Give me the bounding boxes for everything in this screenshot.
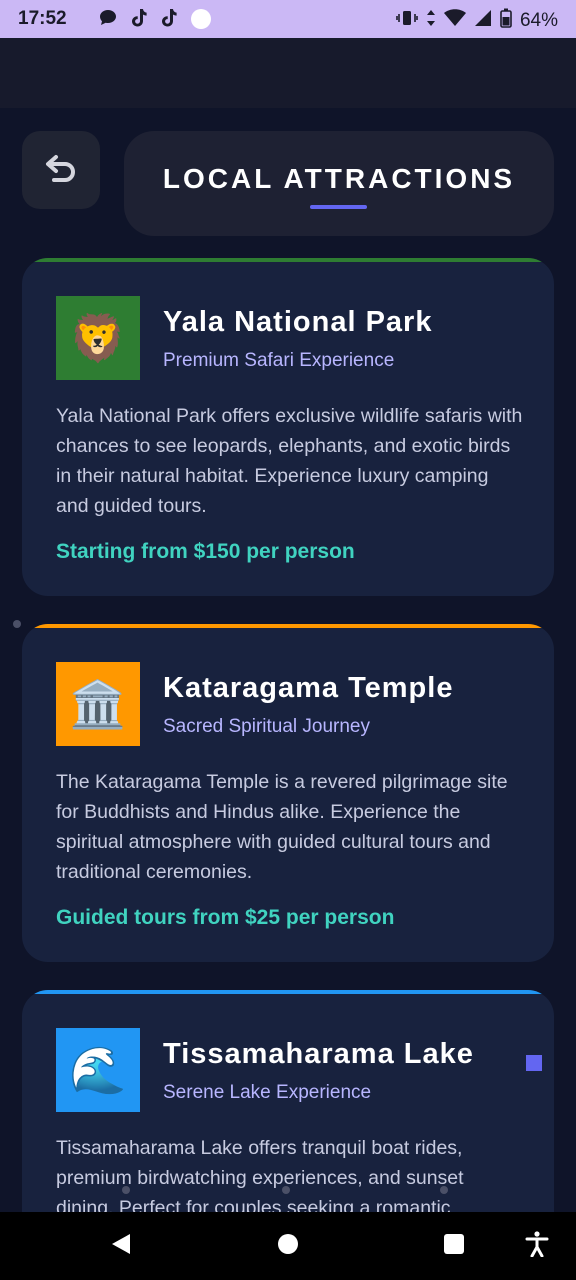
tiktok-icon <box>160 8 178 36</box>
title-underline <box>310 205 367 209</box>
temple-icon: 🏛️ <box>56 662 140 746</box>
attraction-subtitle: Serene Lake Experience <box>163 1082 372 1103</box>
wave-icon: 🌊 <box>56 1028 140 1112</box>
page-indicator-dot <box>282 1186 290 1194</box>
page-title-box: LOCAL ATTRACTIONS <box>124 131 554 236</box>
circle-icon <box>190 8 212 36</box>
square-recents-icon <box>443 1233 465 1260</box>
attraction-name: Kataragama Temple <box>163 672 454 704</box>
data-arrows-icon <box>426 9 436 33</box>
navigation-bar <box>0 1212 576 1280</box>
undo-arrow-icon <box>44 154 78 187</box>
notification-icons <box>98 8 212 36</box>
battery-icon <box>500 8 512 34</box>
attraction-subtitle: Premium Safari Experience <box>163 350 395 371</box>
status-time: 17:52 <box>18 8 67 29</box>
attraction-card[interactable]: 🌊 Tissamaharama Lake Serene Lake Experie… <box>22 990 554 1212</box>
accessibility-icon <box>525 1230 549 1262</box>
page-title: LOCAL ATTRACTIONS <box>162 163 516 194</box>
battery-percent: 64% <box>519 10 558 31</box>
circle-home-icon <box>277 1233 299 1260</box>
attraction-card[interactable]: 🏛️ Kataragama Temple Sacred Spiritual Jo… <box>22 624 554 962</box>
nav-back-button[interactable] <box>107 1232 135 1260</box>
triangle-back-icon <box>110 1232 132 1261</box>
page-indicator-dot <box>440 1186 448 1194</box>
card-accent-bar <box>22 624 554 628</box>
tiktok-icon <box>130 8 148 36</box>
attraction-price: Guided tours from $25 per person <box>56 906 395 929</box>
card-accent-bar <box>22 258 554 262</box>
scroll-dot <box>13 620 21 628</box>
nav-recents-button[interactable] <box>440 1232 468 1260</box>
attraction-name: Yala National Park <box>163 306 433 338</box>
signal-icon <box>474 9 492 33</box>
card-accent-bar <box>22 990 554 994</box>
nav-home-button[interactable] <box>274 1232 302 1260</box>
chat-bubble-icon <box>98 8 118 36</box>
app-bar-band <box>0 38 576 108</box>
scroll-indicator <box>526 1055 542 1071</box>
attraction-price: Starting from $150 per person <box>56 540 355 563</box>
back-button[interactable] <box>22 131 100 209</box>
attraction-description: Yala National Park offers exclusive wild… <box>56 405 523 517</box>
attraction-description: The Kataragama Temple is a revered pilgr… <box>56 771 508 883</box>
attraction-name: Tissamaharama Lake <box>163 1038 474 1070</box>
page-indicator-dot <box>122 1186 130 1194</box>
nav-accessibility-button[interactable] <box>523 1230 551 1262</box>
status-bar: 17:52 64% <box>0 0 576 38</box>
attraction-description: Tissamaharama Lake offers tranquil boat … <box>56 1137 464 1212</box>
lion-icon: 🦁 <box>56 296 140 380</box>
wifi-icon <box>443 9 466 33</box>
vibrate-icon <box>396 9 418 33</box>
system-icons: 64% <box>396 8 558 34</box>
attraction-card[interactable]: 🦁 Yala National Park Premium Safari Expe… <box>22 258 554 596</box>
attraction-subtitle: Sacred Spiritual Journey <box>163 716 370 737</box>
attractions-screen[interactable]: LOCAL ATTRACTIONS 🦁 Yala National Park P… <box>0 108 576 1212</box>
